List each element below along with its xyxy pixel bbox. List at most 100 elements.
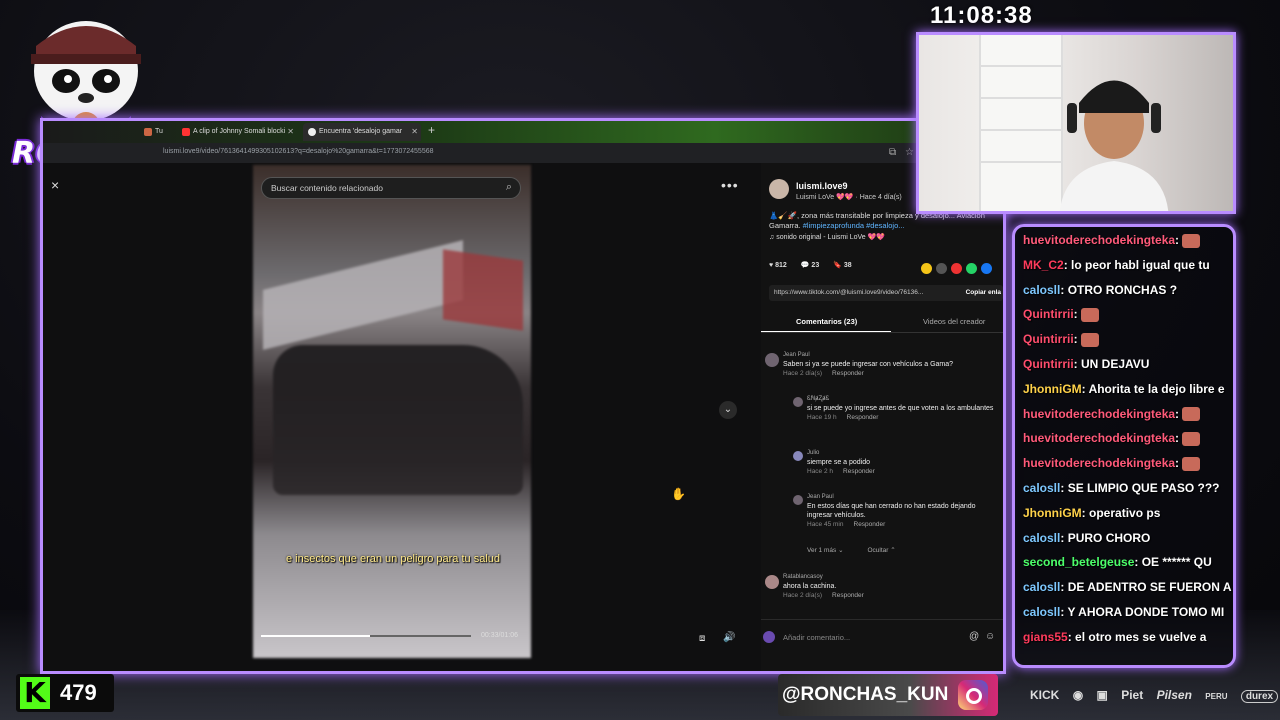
comment-user[interactable]: Jean Paul <box>783 351 953 360</box>
search-placeholder: Buscar contenido relacionado <box>271 183 383 193</box>
tab-3-active[interactable]: Encuentra 'desalojo gamar ✕ <box>303 123 421 141</box>
reply-button[interactable]: Responder <box>832 592 864 599</box>
author-avatar[interactable] <box>769 179 789 199</box>
comment-user[interactable]: ᏋℕⱥⱫⱥᏋ <box>807 395 997 404</box>
webcam-frame <box>916 32 1236 214</box>
chat-text: lo peor habl igual que tu <box>1071 257 1210 272</box>
comment-meta: Hace 2 día(s) Responder <box>783 369 953 378</box>
chat-username[interactable]: Quintirrii <box>1023 332 1074 346</box>
reply-button[interactable]: Responder <box>854 521 886 528</box>
repost-icon[interactable] <box>921 263 932 274</box>
author-username[interactable]: luismi.love9 <box>796 181 848 191</box>
tab-bar: Tu A clip of Johnny Somali blocki ✕ Encu… <box>43 121 1003 143</box>
chat-username[interactable]: second_betelgeuse <box>1023 555 1134 569</box>
comment-user[interactable]: Jean Paul <box>807 493 997 502</box>
chat-username[interactable]: calosll <box>1023 580 1060 594</box>
chat-username[interactable]: huevitoderechodekingteka <box>1023 233 1175 247</box>
tab-close-icon[interactable]: ✕ <box>411 123 418 141</box>
volume-icon[interactable]: 🔊 <box>723 632 735 643</box>
more-options-icon[interactable]: ••• <box>721 177 739 193</box>
comment-avatar[interactable] <box>765 353 779 367</box>
likes-count: 812 <box>775 262 787 269</box>
tab-label: Tu <box>155 128 163 135</box>
chat-username[interactable]: JhonniGM <box>1023 506 1082 520</box>
hashtags-link[interactable]: #limpiezaprofunda #desalojo... <box>803 221 905 230</box>
embed-icon[interactable] <box>936 263 947 274</box>
view-more-row: Ver 1 más ⌄ Ocultar ⌃ <box>807 546 896 555</box>
related-search-input[interactable]: Buscar contenido relacionado ⌕ <box>261 177 521 199</box>
comment-text: siempre se a podido <box>807 459 871 466</box>
post-panel: luismi.love9 Luismi LoVe 💖💖 · Hace 4 día… <box>761 163 1003 671</box>
chat-username[interactable]: gians55 <box>1023 630 1068 644</box>
sponsor-piet: Piet <box>1121 688 1144 702</box>
chat-message: huevitoderechodekingteka: <box>1023 233 1201 248</box>
chat-username[interactable]: Quintirrii <box>1023 307 1074 321</box>
whatsapp-icon[interactable] <box>966 263 977 274</box>
video-progress-bar[interactable] <box>261 635 471 637</box>
post-link-box[interactable]: https://www.tiktok.com/@luismi.love9/vid… <box>769 285 1003 301</box>
close-icon[interactable]: × <box>51 177 59 193</box>
chat-text: el otro mes se vuelve a <box>1075 629 1207 644</box>
chat-username[interactable]: calosll <box>1023 605 1060 619</box>
comments-count: 23 <box>811 262 820 269</box>
bookmark-star-icon[interactable]: ☆ <box>905 147 914 158</box>
search-icon[interactable]: ⌕ <box>506 181 512 194</box>
reply-button[interactable]: Responder <box>847 414 879 421</box>
sponsor-kick: KICK <box>1030 688 1060 702</box>
emoji-icon[interactable]: ☺ <box>985 631 995 642</box>
install-icon[interactable]: ⧉ <box>889 147 896 158</box>
comment-button[interactable]: 💬 23 <box>801 262 819 269</box>
chat-username[interactable]: huevitoderechodekingteka <box>1023 456 1175 470</box>
chat-username[interactable]: huevitoderechodekingteka <box>1023 431 1175 445</box>
tab-2[interactable]: A clip of Johnny Somali blocki ✕ <box>177 123 297 141</box>
reply-button[interactable]: Responder <box>843 468 875 475</box>
hide-replies-button[interactable]: Ocultar ⌃ <box>867 547 895 554</box>
save-button[interactable]: 🔖 38 <box>833 262 851 269</box>
address-bar[interactable]: luismi.love9/video/7613641499305102613?q… <box>43 143 1003 163</box>
next-video-chevron-icon[interactable]: ⌄ <box>719 401 737 419</box>
chat-username[interactable]: Quintirrii <box>1023 357 1074 371</box>
send-icon[interactable] <box>951 263 962 274</box>
reply-button[interactable]: Responder <box>832 370 864 377</box>
chat-username[interactable]: calosll <box>1023 481 1060 495</box>
chat-username[interactable]: JhonniGM <box>1023 382 1082 396</box>
comment-user[interactable]: Ratablancasoy <box>783 573 864 582</box>
like-button[interactable]: ♥ 812 <box>769 262 787 269</box>
chat-username[interactable]: calosll <box>1023 283 1060 297</box>
chat-text: UN DEJAVU <box>1081 357 1150 371</box>
comment-input-bar[interactable]: Añadir comentario... @ ☺ <box>761 619 1003 656</box>
chat-text: OTRO RONCHAS ? <box>1067 282 1178 297</box>
pip-icon[interactable]: ⧈ <box>699 633 705 644</box>
tab-close-icon[interactable]: ✕ <box>287 123 294 141</box>
facebook-icon[interactable] <box>981 263 992 274</box>
view-more-replies-button[interactable]: Ver 1 más ⌄ <box>807 547 844 554</box>
tab-1[interactable]: Tu <box>139 123 163 141</box>
chat-username[interactable]: MK_C2 <box>1023 258 1064 272</box>
chat-message: calosll: OTRO RONCHAS ? <box>1023 283 1177 297</box>
chat-message: calosll: PURO CHORO <box>1023 531 1150 545</box>
comment-avatar[interactable] <box>793 495 803 505</box>
chat-username[interactable]: calosll <box>1023 531 1060 545</box>
comment-user[interactable]: Julio <box>807 449 875 458</box>
comment-input[interactable]: Añadir comentario... <box>783 633 850 642</box>
copy-link-button[interactable]: Copiar enla <box>966 289 1001 296</box>
tab-creator-videos[interactable]: Videos del creador <box>923 317 985 326</box>
reply-item: Julio siempre se a podido Hace 2 h Respon… <box>807 449 875 476</box>
new-tab-button[interactable]: + <box>428 123 435 137</box>
comment-avatar[interactable] <box>765 575 779 589</box>
tab-comments[interactable]: Comentarios (23) <box>796 317 857 326</box>
sound-link[interactable]: ♫ sonido original - Luismi LoVe 💖💖 <box>769 233 885 241</box>
chat-emote-icon <box>1182 407 1201 422</box>
kick-logo-icon: K <box>20 677 50 709</box>
video-player[interactable] <box>253 165 531 658</box>
chat-text: Ahorita te la dejo libre e <box>1088 381 1225 396</box>
comment-avatar[interactable] <box>793 397 803 407</box>
comment-avatar[interactable] <box>793 451 803 461</box>
post-link[interactable]: https://www.tiktok.com/@luismi.love9/vid… <box>774 289 923 296</box>
url-text[interactable]: luismi.love9/video/7613641499305102613?q… <box>163 148 434 155</box>
comment-time: Hace 19 h <box>807 414 837 421</box>
chat-username[interactable]: huevitoderechodekingteka <box>1023 407 1175 421</box>
chat-emote-icon <box>1182 457 1201 472</box>
chat-message: huevitoderechodekingteka: <box>1023 407 1201 422</box>
mention-icon[interactable]: @ <box>969 631 979 642</box>
